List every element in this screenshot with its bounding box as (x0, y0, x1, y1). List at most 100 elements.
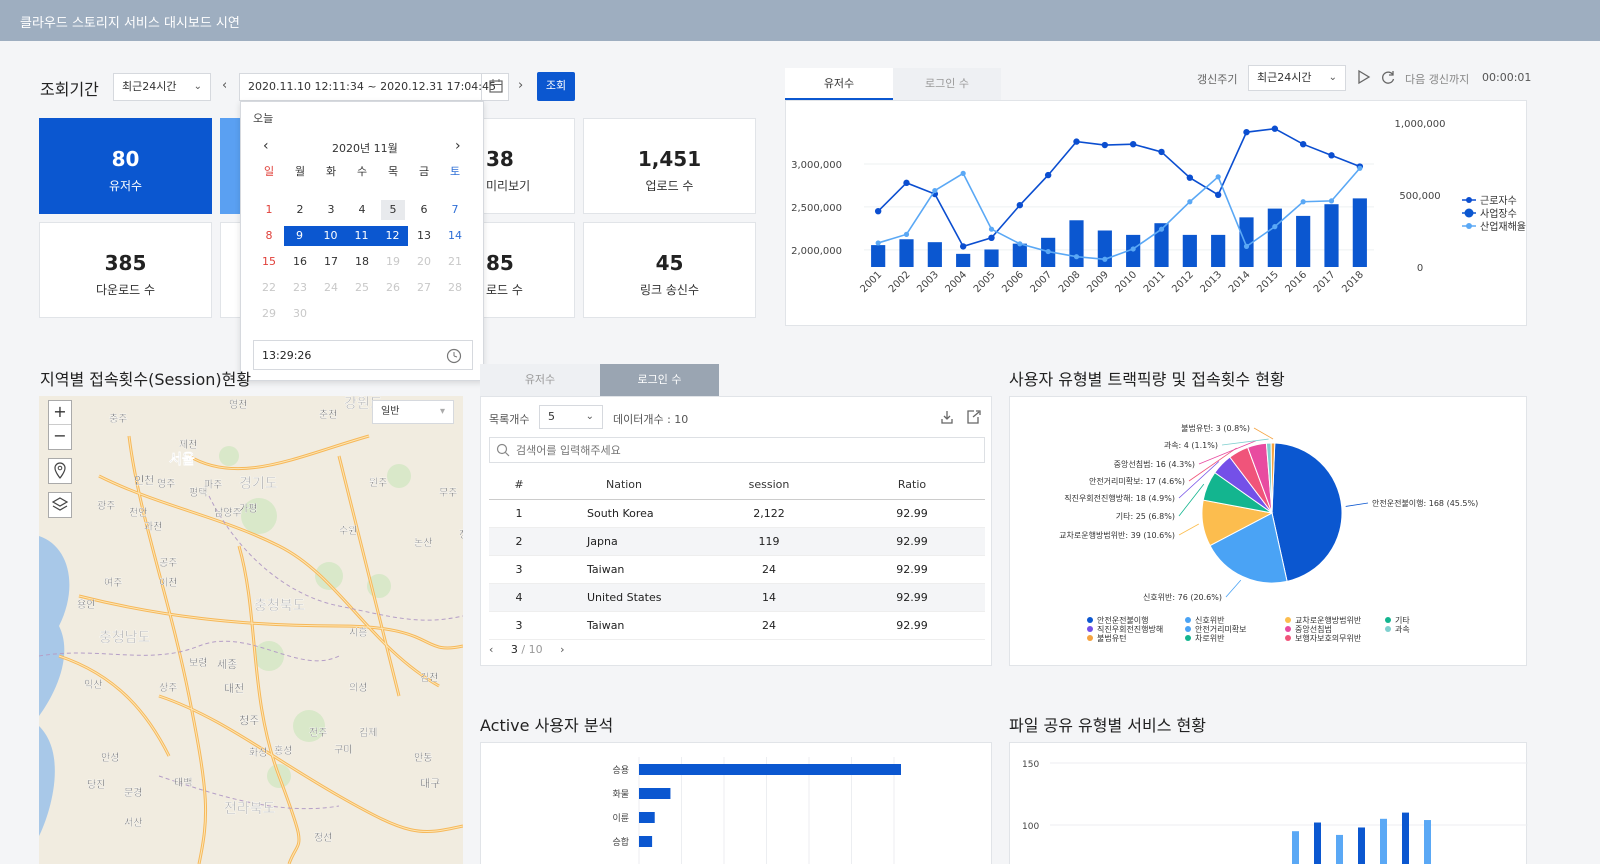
tab-logins[interactable]: 로그인 수 (893, 68, 1001, 100)
next-month-icon[interactable]: › (455, 138, 461, 154)
calendar-day[interactable]: 23 (288, 278, 312, 298)
table-cell: 92.99 (839, 527, 985, 556)
map-place-label: 태백 (174, 777, 192, 789)
stat-card-users[interactable]: 80 유저수 (39, 118, 212, 214)
calendar-day[interactable]: 6 (412, 200, 436, 220)
calendar-day[interactable]: 12 (377, 226, 408, 246)
calendar-day[interactable]: 26 (381, 278, 405, 298)
pie-legend-label: 교차로운행방법위반 (1295, 615, 1362, 625)
layers-button[interactable] (48, 492, 72, 518)
prev-page-icon[interactable]: ‹ (489, 643, 493, 656)
calendar-day[interactable]: 29 (257, 304, 281, 324)
calendar-icon[interactable] (481, 73, 509, 101)
date-picker[interactable]: 오늘 ‹ 2020년 11월 › 일 월 화 수 목 금 토 1 2 3 4 5 6 7 8 9 10 11 12 1… (240, 101, 484, 381)
calendar-day[interactable]: 30 (288, 304, 312, 324)
tab-users[interactable]: 유저수 (785, 68, 893, 100)
play-icon[interactable] (1356, 69, 1372, 85)
column-header[interactable]: session (699, 471, 839, 500)
file-share-card: 150 100 (1009, 742, 1528, 864)
calendar-day[interactable]: 15 (257, 252, 281, 272)
table-row[interactable]: 3 Taiwan 24 92.99 (489, 555, 985, 584)
download-icon[interactable] (938, 408, 956, 426)
calendar-day[interactable]: 17 (319, 252, 343, 272)
map-place-label: 경기도 (239, 476, 278, 492)
map-place-label: 대구 (420, 777, 440, 790)
calendar-day[interactable]: 27 (412, 278, 436, 298)
stat-card-link-sends[interactable]: 45 링크 송신수 (583, 222, 756, 318)
calendar-day[interactable]: 9 (284, 226, 315, 246)
calendar-day[interactable]: 24 (319, 278, 343, 298)
table-cell: Taiwan (549, 611, 699, 640)
right-tick-label: 1,000,000 (1395, 119, 1446, 130)
chevron-left-icon[interactable]: ‹ (222, 78, 227, 93)
pie-slice-label: 과속: 4 (1.1%) (1164, 441, 1218, 450)
chevron-right-icon[interactable]: › (518, 78, 523, 93)
map-view[interactable]: 서울 인천 경기도 강원도 충청북도 충청남도 세종 대전 대구 전라북도 청주 원주 춘천 수원 평택 천안… (39, 396, 463, 864)
calendar-day[interactable]: 28 (443, 278, 467, 298)
stat-card-downloads[interactable]: 385 다운로드 수 (39, 222, 212, 318)
calendar-day[interactable]: 5 (381, 200, 405, 220)
calendar-day[interactable]: 3 (319, 200, 343, 220)
table-cell: 92.99 (839, 611, 985, 640)
zoom-out-button[interactable]: − (49, 425, 71, 449)
page-title: 클라우드 스토리지 서비스 대시보드 시연 (20, 16, 240, 31)
prev-month-icon[interactable]: ‹ (263, 138, 269, 154)
stat-card-preview[interactable]: 38 미리보기 (484, 118, 575, 214)
column-header[interactable]: Nation (549, 471, 699, 500)
calendar-day[interactable]: 22 (257, 278, 281, 298)
calendar-day[interactable]: 10 (315, 226, 346, 246)
table-row[interactable]: 3 Taiwan 24 92.99 (489, 611, 985, 640)
map-place-label: 문경 (124, 786, 142, 799)
rows-select[interactable]: 5 ⌄ (539, 405, 603, 429)
zoom-in-button[interactable]: + (49, 401, 71, 425)
location-button[interactable] (48, 458, 72, 484)
table-row[interactable]: 2 Japna 119 92.99 (489, 527, 985, 556)
calendar-day[interactable]: 13 (412, 226, 436, 246)
table-tab-logins[interactable]: 로그인 수 (600, 364, 719, 396)
calendar-day[interactable]: 1 (257, 200, 281, 220)
refresh-select[interactable]: 최근24시간 ⌄ (1248, 65, 1346, 91)
calendar-day[interactable]: 8 (257, 226, 281, 246)
map-place-label: 익산 (84, 679, 102, 691)
search-input[interactable] (516, 441, 976, 459)
line-point (960, 170, 966, 176)
next-page-icon[interactable]: › (560, 643, 564, 656)
calendar-day[interactable]: 4 (350, 200, 374, 220)
x-tick-label: 2008 (1057, 269, 1083, 295)
bar-mark (1380, 818, 1387, 864)
stat-value: 1,451 (637, 147, 702, 171)
map-canvas[interactable]: 서울인천 경기도강원도충청북도충청남도세종대전대구전라북도청주원주춘천수원평택천안… (39, 396, 463, 864)
today-link[interactable]: 오늘 (253, 110, 273, 126)
period-select[interactable]: 최근24시간 ⌄ (113, 73, 211, 101)
map-place-label: 정선 (314, 832, 332, 844)
stat-card-loads[interactable]: 85 로드 수 (484, 222, 575, 318)
table-row[interactable]: 1 South Korea 2,122 92.99 (489, 499, 985, 528)
calendar-day[interactable]: 11 (346, 226, 377, 246)
legend-marker (1466, 223, 1472, 229)
time-input[interactable]: 13:29:26 (253, 340, 473, 370)
export-icon[interactable] (964, 408, 982, 426)
calendar-day[interactable]: 19 (381, 252, 405, 272)
date-range-field[interactable]: 2020.11.10 12:11:34 ~ 2020.12.31 17:04:4… (239, 73, 509, 101)
calendar-day[interactable]: 14 (443, 226, 467, 246)
refresh-icon[interactable] (1380, 69, 1396, 85)
table-tab-users[interactable]: 유저수 (480, 364, 600, 396)
table-row[interactable]: 4 United States 14 92.99 (489, 583, 985, 612)
bar-mark (1352, 198, 1367, 267)
calendar-day[interactable]: 2 (288, 200, 312, 220)
calendar-day[interactable]: 21 (443, 252, 467, 272)
calendar-day[interactable]: 7 (443, 200, 467, 220)
calendar-day[interactable]: 16 (288, 252, 312, 272)
category-label: 화물 (612, 789, 629, 800)
column-header[interactable]: Ratio (839, 471, 985, 500)
stat-card-uploads[interactable]: 1,451 업로드 수 (583, 118, 756, 214)
map-type-select[interactable]: 일반 ▾ (372, 400, 454, 424)
calendar-day[interactable]: 20 (412, 252, 436, 272)
legend-dot (1185, 635, 1191, 641)
line-point (1101, 141, 1109, 149)
calendar-day[interactable]: 25 (350, 278, 374, 298)
search-button[interactable]: 조회 (537, 72, 575, 101)
column-header[interactable]: # (489, 471, 549, 500)
calendar-day[interactable]: 18 (350, 252, 374, 272)
map-place-label: 광주 (97, 500, 115, 512)
